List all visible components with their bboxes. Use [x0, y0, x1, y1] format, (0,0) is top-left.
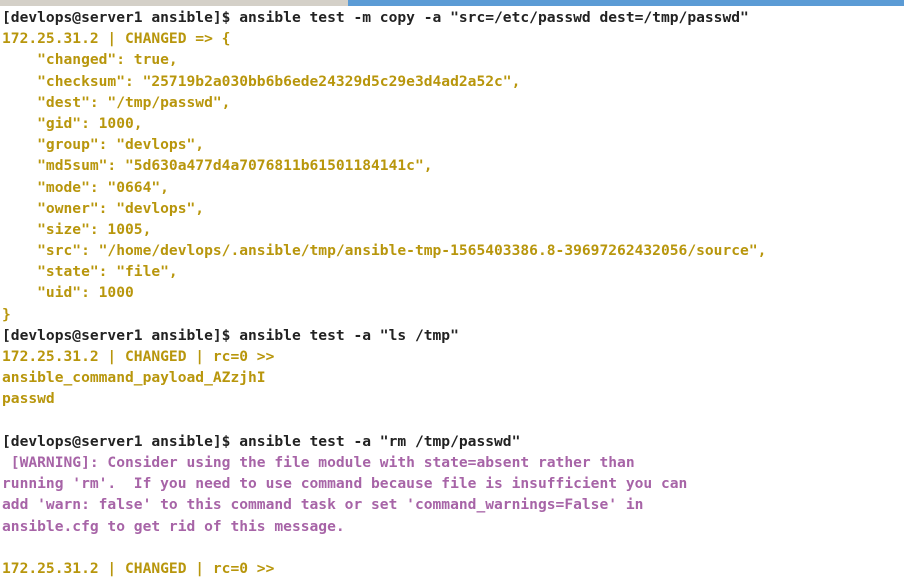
terminal-output-line: 172.25.31.2 | CHANGED | rc=0 >>: [2, 348, 275, 365]
terminal-output-line: "checksum": "25719b2a030bb6b6ede24329d5c…: [2, 72, 521, 90]
terminal-output-line: ansible_command_payload_AZzjhI: [2, 369, 266, 387]
terminal-output-line: 172.25.31.2 | CHANGED => {: [2, 30, 231, 48]
terminal-output-line: passwd: [2, 390, 55, 408]
terminal-output-area[interactable]: [devlops@server1 ansible]$ ansible test …: [0, 7, 904, 584]
terminal-output-line: 172.25.31.2 | CHANGED | rc=0 >>: [2, 559, 275, 577]
terminal-output-line: "changed": true,: [2, 51, 178, 69]
terminal-output-line: "md5sum": "5d630a477d4a7076811b615011841…: [2, 157, 433, 175]
terminal-output-line: [WARNING]: Consider using the file modul…: [2, 453, 635, 471]
terminal-output-line: "mode": "0664",: [2, 178, 169, 196]
terminal-command-line: [devlops@server1 ansible]$ ansible test …: [2, 9, 749, 26]
horizontal-scrollbar[interactable]: [0, 0, 904, 7]
terminal-output-line: "src": "/home/devlops/.ansible/tmp/ansib…: [2, 242, 767, 260]
terminal-output-line: add 'warn: false' to this command task o…: [2, 496, 644, 514]
terminal-output-line: }: [2, 305, 11, 323]
terminal-output-line: "gid": 1000,: [2, 114, 143, 132]
terminal-output-line: ansible.cfg to get rid of this message.: [2, 517, 345, 535]
terminal-output-line: "owner": "devlops",: [2, 199, 205, 217]
terminal-command-line: [devlops@server1 ansible]$ ansible test …: [2, 432, 521, 450]
terminal-output-line: "state": "file",: [2, 263, 178, 281]
terminal-output-line: running 'rm'. If you need to use command…: [2, 475, 688, 493]
terminal-output-line: "uid": 1000: [2, 284, 134, 302]
terminal-output-line: "dest": "/tmp/passwd",: [2, 93, 231, 111]
terminal-output-line: "group": "devlops",: [2, 136, 205, 154]
terminal-command-line: [devlops@server1 ansible]$ ansible test …: [2, 326, 459, 344]
scrollbar-thumb[interactable]: [348, 0, 904, 6]
terminal-output-line: "size": 1005,: [2, 220, 152, 238]
